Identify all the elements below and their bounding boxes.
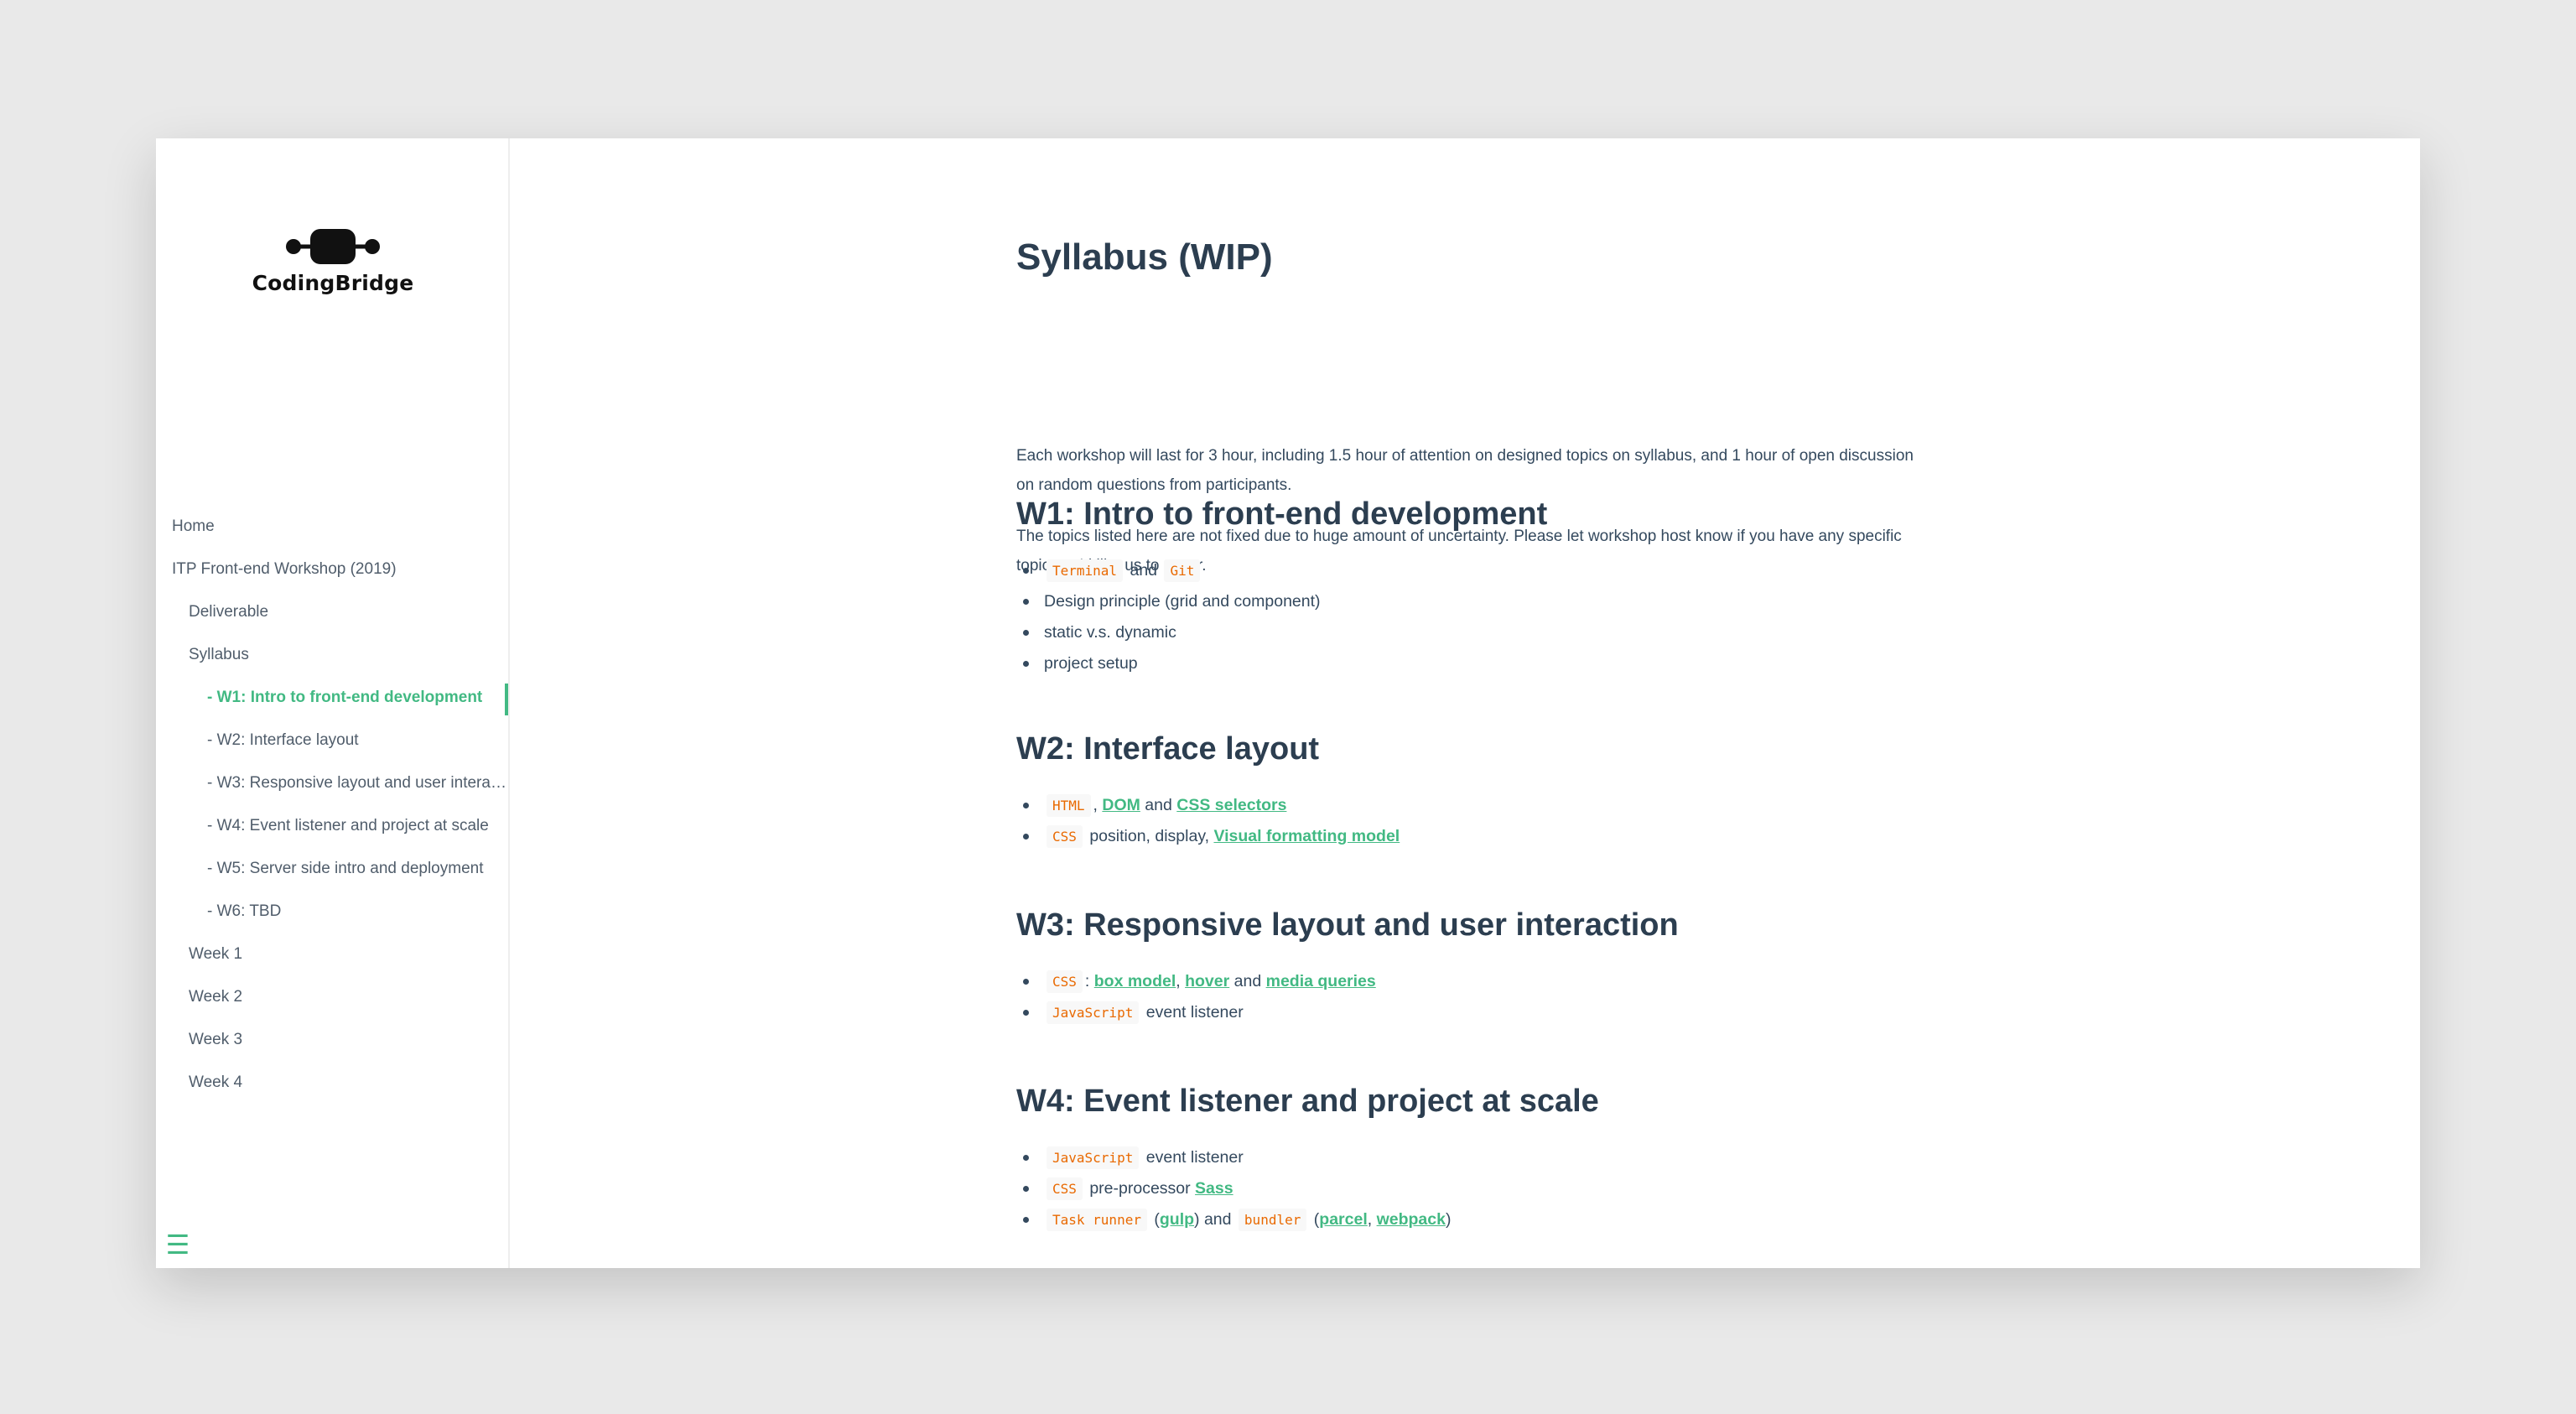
- list-text: ,: [1367, 1210, 1373, 1229]
- sidebar-item-week-1[interactable]: Week 1: [156, 933, 508, 975]
- list-item: static v.s. dynamic: [1016, 617, 1321, 648]
- list-text: position, display,: [1089, 827, 1210, 845]
- section-heading-w3: W3: Responsive layout and user interacti…: [1016, 907, 1679, 943]
- list-text: and: [1145, 796, 1172, 814]
- list-text: pre-processor: [1089, 1179, 1191, 1198]
- list-item: JavaScript event listener: [1016, 1142, 1451, 1173]
- sidebar-item-home[interactable]: Home: [156, 505, 508, 548]
- sass-link[interactable]: Sass: [1195, 1179, 1233, 1198]
- logo-text: CodingBridge: [252, 271, 414, 295]
- sidebar-item-w1[interactable]: - W1: Intro to front-end development: [156, 676, 508, 719]
- w4-topic-list: JavaScript event listener CSS pre-proces…: [1016, 1142, 1451, 1235]
- sidebar: CodingBridge Home ITP Front-end Workshop…: [156, 138, 510, 1268]
- list-item: CSS position, display, Visual formatting…: [1016, 821, 1400, 852]
- site-logo[interactable]: CodingBridge: [156, 227, 510, 295]
- sidebar-item-syllabus[interactable]: Syllabus: [156, 633, 508, 676]
- sidebar-item-deliverable[interactable]: Deliverable: [156, 590, 508, 633]
- box-model-link[interactable]: box model: [1094, 972, 1176, 990]
- sidebar-item-week-3[interactable]: Week 3: [156, 1018, 508, 1061]
- inline-code: JavaScript: [1046, 1146, 1140, 1169]
- sidebar-nav: Home ITP Front-end Workshop (2019) Deliv…: [156, 505, 508, 1104]
- list-text: ,: [1176, 972, 1181, 990]
- list-text: ) and: [1194, 1210, 1232, 1229]
- bridge-logo-icon: [286, 229, 380, 264]
- list-text: and: [1233, 972, 1262, 990]
- sidebar-item-w4[interactable]: - W4: Event listener and project at scal…: [156, 804, 508, 847]
- list-text: :: [1084, 972, 1090, 990]
- inline-code: Task runner: [1046, 1209, 1147, 1231]
- section-heading-w4: W4: Event listener and project at scale: [1016, 1084, 1599, 1119]
- inline-code: JavaScript: [1046, 1001, 1140, 1024]
- sidebar-item-week-2[interactable]: Week 2: [156, 975, 508, 1018]
- dom-link[interactable]: DOM: [1102, 796, 1140, 814]
- inline-code: CSS: [1046, 970, 1083, 993]
- list-item: HTML, DOM and CSS selectors: [1016, 790, 1400, 821]
- docs-window: CodingBridge Home ITP Front-end Workshop…: [156, 138, 2420, 1268]
- inline-code: bundler: [1238, 1209, 1307, 1231]
- sidebar-item-itp-workshop[interactable]: ITP Front-end Workshop (2019): [156, 548, 508, 590]
- list-item: CSS pre-processor Sass: [1016, 1173, 1451, 1204]
- webpack-link[interactable]: webpack: [1377, 1210, 1446, 1229]
- list-text: event listener: [1145, 1003, 1244, 1022]
- list-item: Terminal and Git: [1016, 555, 1321, 586]
- list-item: project setup: [1016, 648, 1321, 679]
- list-text: ): [1445, 1210, 1452, 1229]
- media-queries-link[interactable]: media queries: [1266, 972, 1376, 990]
- inline-code: Git: [1164, 559, 1201, 582]
- w3-topic-list: CSS: box model, hover and media queries …: [1016, 966, 1376, 1028]
- inline-code: CSS: [1046, 825, 1083, 848]
- inline-code: HTML: [1046, 794, 1091, 817]
- inline-code: Terminal: [1046, 559, 1124, 582]
- section-heading-w2: W2: Interface layout: [1016, 731, 1320, 767]
- w2-topic-list: HTML, DOM and CSS selectors CSS position…: [1016, 790, 1400, 852]
- visual-formatting-model-link[interactable]: Visual formatting model: [1213, 827, 1400, 845]
- intro-paragraph-1: Each workshop will last for 3 hour, incl…: [1016, 447, 1914, 494]
- css-selectors-link[interactable]: CSS selectors: [1176, 796, 1286, 814]
- gulp-link[interactable]: gulp: [1160, 1210, 1194, 1229]
- list-item: CSS: box model, hover and media queries: [1016, 966, 1376, 997]
- list-item: JavaScript event listener: [1016, 997, 1376, 1028]
- sidebar-item-w6[interactable]: - W6: TBD: [156, 890, 508, 933]
- list-text: event listener: [1145, 1148, 1244, 1167]
- w1-topic-list: Terminal and Git Design principle (grid …: [1016, 555, 1321, 679]
- hover-link[interactable]: hover: [1185, 972, 1229, 990]
- sidebar-item-w5[interactable]: - W5: Server side intro and deployment: [156, 847, 508, 890]
- list-item: Design principle (grid and component): [1016, 586, 1321, 617]
- sidebar-item-week-4[interactable]: Week 4: [156, 1061, 508, 1104]
- hamburger-menu-icon[interactable]: ☰: [163, 1229, 193, 1260]
- parcel-link[interactable]: parcel: [1319, 1210, 1367, 1229]
- list-item: Task runner (gulp) and bundler (parcel, …: [1016, 1204, 1451, 1235]
- inline-code: CSS: [1046, 1177, 1083, 1200]
- list-text: and: [1130, 561, 1158, 580]
- page-title: Syllabus (WIP): [1016, 237, 1273, 278]
- sidebar-item-w3[interactable]: - W3: Responsive layout and user interac…: [156, 762, 508, 804]
- list-text: ,: [1093, 796, 1098, 814]
- section-heading-w1: W1: Intro to front-end development: [1016, 496, 1548, 532]
- sidebar-item-w2[interactable]: - W2: Interface layout: [156, 719, 508, 762]
